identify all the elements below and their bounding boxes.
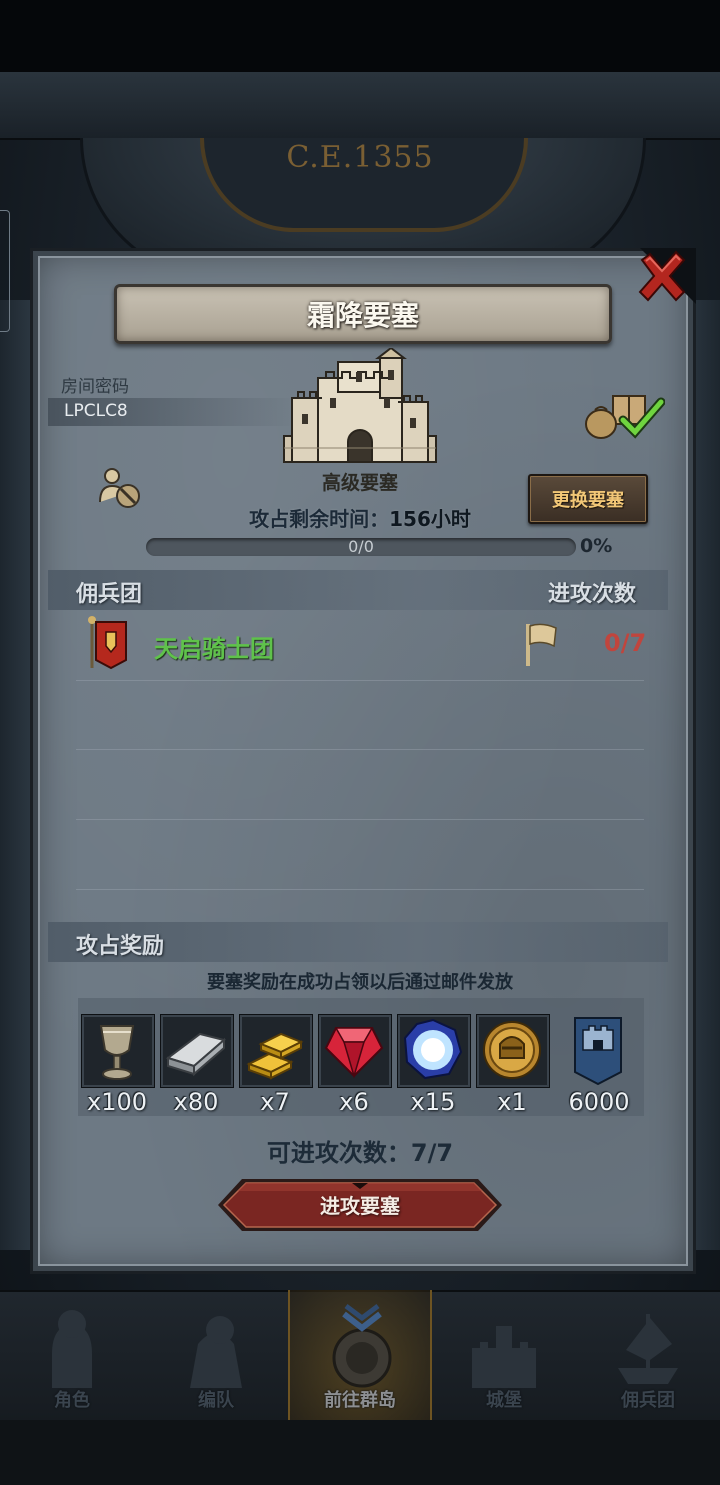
guild-attack-count: 0/7 [604, 629, 647, 657]
no-user-icon[interactable] [96, 464, 144, 512]
nav-castle[interactable]: 城堡 [432, 1290, 576, 1420]
attack-flag-icon [526, 623, 557, 666]
nav-character[interactable]: 角色 [0, 1290, 144, 1420]
nav-label: 城堡 [486, 1390, 522, 1411]
nav-label: 角色 [54, 1390, 90, 1411]
compass-icon [332, 1304, 392, 1388]
castle-icon [283, 348, 437, 463]
gold-bars-icon [246, 1032, 304, 1080]
row-divider [76, 680, 644, 681]
reward-item[interactable] [239, 1014, 313, 1088]
fortress-grade: 高级要塞 [321, 472, 398, 494]
reward-qty: x6 [339, 1088, 369, 1116]
time-remaining: 攻占剩余时间：156小时 [200, 503, 520, 532]
knight-helmet-icon [52, 1310, 92, 1388]
time-remaining-label: 攻占剩余时间： [249, 507, 390, 531]
rewards-section-title: 攻占奖励 [76, 934, 165, 959]
attack-count-header: 进攻次数 [548, 582, 637, 607]
reward-qty: x100 [86, 1088, 147, 1116]
reward-qty: x7 [260, 1088, 290, 1116]
row-divider [76, 889, 644, 890]
top-band [0, 72, 720, 140]
nav-formation[interactable]: 编队 [144, 1290, 288, 1420]
mercenary-section-title: 佣兵团 [76, 582, 143, 607]
bottom-bar [0, 1420, 720, 1485]
close-icon[interactable] [636, 250, 688, 302]
reward-qty: x80 [173, 1088, 219, 1116]
occupy-progress-text: 0/0 [348, 537, 374, 556]
reward-qty: 6000 [568, 1088, 630, 1116]
reward-item[interactable] [160, 1014, 234, 1088]
reward-item[interactable] [318, 1014, 392, 1088]
nav-archipelago[interactable]: 前往群岛 [288, 1290, 432, 1420]
row-divider [76, 749, 644, 750]
reward-item[interactable] [476, 1014, 550, 1088]
change-fortress-button[interactable]: 更换要塞 [528, 474, 648, 524]
nav-label: 前往群岛 [324, 1390, 396, 1411]
nav-mercenary[interactable]: 佣兵团 [576, 1290, 720, 1420]
row-divider [76, 819, 644, 820]
reward-item[interactable] [563, 1014, 635, 1086]
reward-qty: x1 [497, 1088, 527, 1116]
reward-note: 要塞奖励在成功占领以后通过邮件发放 [207, 972, 513, 993]
ruby-icon [324, 1027, 384, 1079]
guild-name[interactable]: 天启骑士团 [154, 629, 274, 664]
occupy-progress-percent: 0% [580, 535, 613, 557]
era-label: C.E.1355 [286, 140, 434, 175]
attack-remaining: 可进攻次数：7/7 [266, 1139, 454, 1167]
occupy-progress-bar: 0/0 [146, 538, 576, 556]
background-left-strip [0, 300, 30, 1250]
iron-ingot-icon [165, 1032, 227, 1077]
goblet-icon [99, 1025, 135, 1080]
attack-fortress-label: 进攻要塞 [320, 1194, 400, 1218]
nav-label: 编队 [198, 1390, 234, 1411]
room-code-value[interactable]: LPCLC8 [64, 401, 128, 421]
reward-item[interactable] [81, 1014, 155, 1088]
reward-item[interactable] [397, 1014, 471, 1088]
time-remaining-value: 156小时 [389, 507, 471, 531]
room-code-label: 房间密码 [61, 377, 129, 397]
fortress-banner-icon [574, 1017, 622, 1086]
reward-qty: x15 [410, 1088, 456, 1116]
castle-icon [472, 1326, 536, 1388]
title-banner: 霜降要塞 [114, 284, 612, 344]
armored-knight-icon [190, 1316, 242, 1388]
guild-banner-icon [88, 616, 127, 670]
knight-medal-icon [483, 1021, 541, 1079]
side-tab[interactable] [0, 210, 10, 332]
dialog-title: 霜降要塞 [306, 299, 419, 332]
crystal-orb-icon [403, 1018, 463, 1080]
nav-label: 佣兵团 [621, 1390, 675, 1411]
ship-icon [618, 1314, 678, 1384]
reward-bag-check-icon[interactable] [583, 390, 665, 442]
